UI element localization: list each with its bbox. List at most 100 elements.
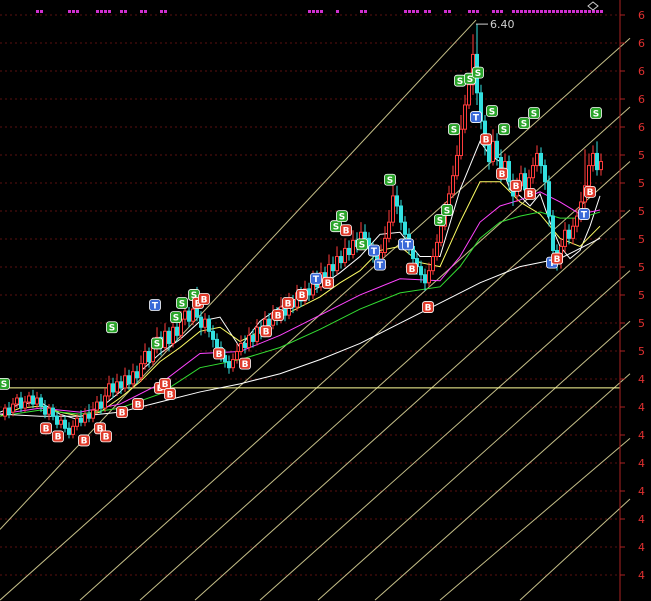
top-marker bbox=[552, 10, 555, 13]
candle bbox=[431, 248, 435, 275]
candle-body bbox=[231, 359, 235, 369]
candle-body bbox=[87, 413, 91, 419]
candle-body bbox=[339, 256, 343, 264]
top-marker bbox=[448, 10, 451, 13]
signal-sell: S bbox=[498, 123, 510, 136]
signal-label: B bbox=[299, 291, 306, 301]
candle bbox=[491, 129, 495, 166]
candle-body bbox=[395, 195, 399, 207]
candle-body bbox=[211, 330, 215, 340]
signal-label: B bbox=[275, 311, 282, 321]
candle-body bbox=[183, 310, 187, 320]
signal-label: S bbox=[333, 223, 339, 233]
signal-buy: B bbox=[116, 406, 128, 418]
candle-body bbox=[467, 84, 471, 106]
candle-body bbox=[547, 181, 551, 217]
signal-sell: S bbox=[448, 123, 460, 136]
candle bbox=[595, 141, 599, 176]
candle bbox=[19, 391, 23, 413]
candle bbox=[7, 402, 11, 419]
candle bbox=[455, 145, 459, 180]
top-marker bbox=[584, 10, 587, 13]
candle-body bbox=[403, 221, 407, 235]
top-marker bbox=[424, 10, 427, 13]
candle-body bbox=[423, 274, 427, 284]
signal-label: S bbox=[179, 299, 185, 309]
candle-body bbox=[307, 288, 311, 296]
candle-body bbox=[347, 247, 351, 256]
signal-hold: T bbox=[310, 272, 322, 285]
candle-body bbox=[451, 175, 455, 195]
top-marker bbox=[556, 10, 559, 13]
channel-line bbox=[317, 320, 631, 601]
signal-label: B bbox=[167, 390, 174, 400]
top-markers bbox=[36, 10, 603, 13]
top-marker bbox=[140, 10, 143, 13]
candle-body bbox=[171, 326, 175, 344]
top-marker bbox=[528, 10, 531, 13]
channel-line bbox=[0, 19, 477, 530]
signal-label: B bbox=[554, 255, 561, 265]
top-marker bbox=[580, 10, 583, 13]
signal-buy: B bbox=[510, 179, 522, 192]
signal-label: B bbox=[55, 433, 62, 443]
signal-label: S bbox=[1, 380, 7, 390]
candle-body bbox=[39, 397, 43, 407]
y-tick-label: 4 bbox=[638, 541, 645, 554]
top-marker bbox=[108, 10, 111, 13]
candle bbox=[55, 412, 59, 429]
candle bbox=[187, 307, 191, 328]
signal-sell: S bbox=[151, 337, 163, 350]
top-marker bbox=[364, 10, 367, 13]
y-tick-label: 6 bbox=[638, 93, 645, 106]
top-marker bbox=[524, 10, 527, 13]
signal-label: T bbox=[313, 275, 320, 285]
candle bbox=[51, 404, 55, 421]
candle-body bbox=[67, 427, 71, 435]
candle-body bbox=[19, 397, 23, 409]
candle bbox=[475, 24, 479, 105]
candle bbox=[547, 175, 551, 227]
channel-line bbox=[79, 106, 631, 601]
top-marker bbox=[360, 10, 363, 13]
top-marker bbox=[408, 10, 411, 13]
candle bbox=[339, 250, 343, 269]
y-tick-label: 6 bbox=[638, 65, 645, 78]
candle-body bbox=[99, 401, 103, 409]
candle-body bbox=[175, 326, 179, 336]
signal-label: B bbox=[425, 303, 432, 313]
candle-body bbox=[187, 310, 191, 322]
candle bbox=[115, 373, 119, 396]
signal-label: S bbox=[457, 77, 463, 87]
candle-body bbox=[543, 165, 547, 183]
top-marker bbox=[548, 10, 551, 13]
candle bbox=[535, 145, 539, 172]
candle-body bbox=[575, 215, 579, 227]
y-tick-label: 6 bbox=[638, 121, 645, 134]
signal-sell: S bbox=[0, 377, 10, 390]
y-tick-label: 5 bbox=[638, 177, 645, 190]
candle bbox=[231, 353, 235, 372]
top-marker bbox=[144, 10, 147, 13]
candle-body bbox=[79, 417, 83, 423]
candle bbox=[583, 149, 587, 209]
top-marker bbox=[596, 10, 599, 13]
candle bbox=[571, 218, 575, 245]
candle-body bbox=[391, 195, 395, 223]
candle bbox=[347, 240, 351, 261]
candle bbox=[459, 115, 463, 160]
signal-label: S bbox=[339, 212, 345, 222]
candle-body bbox=[207, 318, 211, 332]
candle bbox=[131, 363, 135, 388]
candle bbox=[435, 234, 439, 261]
signal-label: T bbox=[371, 247, 378, 257]
signal-label: B bbox=[263, 328, 270, 338]
signal-label: S bbox=[521, 119, 527, 129]
top-marker bbox=[416, 10, 419, 13]
candle-body bbox=[487, 144, 491, 163]
candle-body bbox=[139, 363, 143, 379]
signal-buy: B bbox=[322, 276, 334, 289]
candle bbox=[395, 185, 399, 215]
y-tick-label: 5 bbox=[638, 149, 645, 162]
candle bbox=[63, 416, 67, 433]
